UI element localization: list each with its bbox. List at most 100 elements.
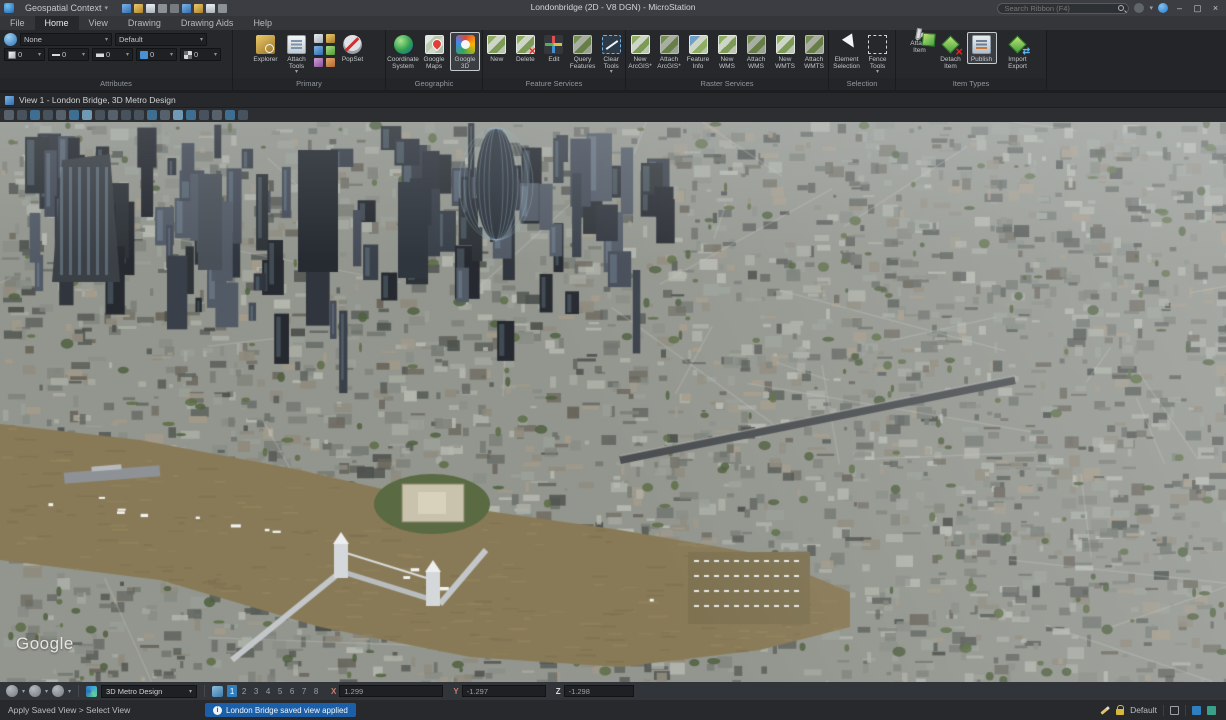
adjust-brightness-icon[interactable]: [30, 110, 40, 120]
window-area-icon[interactable]: [95, 110, 105, 120]
zoom-in-icon[interactable]: [69, 110, 79, 120]
view-previous-icon[interactable]: [173, 110, 183, 120]
references-icon[interactable]: [326, 46, 335, 55]
view-attributes-icon[interactable]: [4, 110, 14, 120]
new-arcgis-button[interactable]: New ArcGIS*: [626, 32, 654, 71]
tab-drawing-aids[interactable]: Drawing Aids: [171, 16, 244, 30]
x-coordinate-field[interactable]: 1.299: [339, 685, 443, 697]
quick-tool-2-button[interactable]: [29, 685, 41, 697]
point-clouds-icon[interactable]: [326, 58, 335, 67]
view-toggle-2[interactable]: 2: [239, 685, 249, 697]
delete-icon[interactable]: [206, 4, 215, 13]
models-icon[interactable]: [314, 34, 323, 43]
clip-volume-icon[interactable]: [212, 110, 222, 120]
search-input[interactable]: [1002, 3, 1115, 14]
more-tools-icon[interactable]: [218, 4, 227, 13]
level-display-icon[interactable]: [314, 46, 323, 55]
rotate-view-icon[interactable]: [121, 110, 131, 120]
view-toggle-1[interactable]: 1: [227, 685, 237, 697]
import-export-button[interactable]: Import Export: [998, 32, 1038, 71]
active-attributes-icon[interactable]: [4, 33, 17, 46]
query-features-button[interactable]: Query Features: [569, 32, 597, 71]
explorer-button[interactable]: Explorer: [251, 32, 281, 64]
tab-help[interactable]: Help: [243, 16, 282, 30]
edit-button[interactable]: Edit: [540, 32, 568, 64]
view-toggle-8[interactable]: 8: [311, 685, 321, 697]
undo-icon[interactable]: [158, 4, 167, 13]
selection-status-icon[interactable]: [1192, 706, 1201, 715]
display-style-icon[interactable]: [17, 110, 27, 120]
print-icon[interactable]: [182, 4, 191, 13]
zoom-out-icon[interactable]: [82, 110, 92, 120]
tab-drawing[interactable]: Drawing: [118, 16, 171, 30]
delete-button[interactable]: Delete: [512, 32, 540, 64]
pan-view-icon[interactable]: [134, 110, 144, 120]
fence-status-icon[interactable]: [1170, 706, 1179, 715]
pencil-icon[interactable]: [1100, 706, 1109, 714]
level-manager-icon[interactable]: [326, 34, 335, 43]
active-color-select[interactable]: 0▾: [4, 48, 45, 61]
feature-info-button[interactable]: Feature Info: [684, 32, 712, 71]
model-link-icon[interactable]: [56, 110, 66, 120]
y-coordinate-field[interactable]: -1.297: [462, 685, 546, 697]
coordinate-system-button[interactable]: Coordinate System: [388, 32, 418, 71]
active-class-select[interactable]: 0▾: [136, 48, 177, 61]
active-level-select[interactable]: None▾: [20, 33, 112, 46]
quick-tool-1-button[interactable]: [6, 685, 18, 697]
fit-view-icon[interactable]: [108, 110, 118, 120]
active-line-weight-select[interactable]: 0▾: [92, 48, 133, 61]
work-mode-icon[interactable]: [1207, 706, 1216, 715]
element-selection-button[interactable]: Element Selection: [832, 32, 862, 71]
close-button[interactable]: ×: [1209, 2, 1222, 14]
popset-button[interactable]: PopSet: [338, 32, 368, 64]
view-toggle-4[interactable]: 4: [263, 685, 273, 697]
view-next-icon[interactable]: [186, 110, 196, 120]
new-wmts-button[interactable]: New WMTS: [771, 32, 799, 71]
google-maps-button[interactable]: Google Maps: [419, 32, 449, 71]
view-1-viewport[interactable]: Google: [0, 122, 1226, 682]
fence-tools-button[interactable]: Fence Tools▾: [863, 32, 893, 76]
aerial-3d-map[interactable]: [0, 122, 1226, 682]
detach-item-button[interactable]: Detach Item: [936, 32, 966, 71]
lock-icon[interactable]: [1116, 709, 1124, 715]
view-toggle-6[interactable]: 6: [287, 685, 297, 697]
google-3d-button[interactable]: Google 3D: [450, 32, 480, 71]
new-file-icon[interactable]: [122, 4, 131, 13]
view-toggle-5[interactable]: 5: [275, 685, 285, 697]
tab-home[interactable]: Home: [35, 16, 79, 30]
minimize-button[interactable]: –: [1173, 2, 1186, 14]
saved-view-select[interactable]: 3D Metro Design ▾: [101, 685, 197, 698]
copy-view-icon[interactable]: [199, 110, 209, 120]
save-icon[interactable]: [134, 4, 143, 13]
element-info-icon[interactable]: [194, 4, 203, 13]
publish-button[interactable]: Publish: [967, 32, 997, 64]
view-toggle-3[interactable]: 3: [251, 685, 261, 697]
attach-arcgis-button[interactable]: Attach ArcGIS*: [655, 32, 683, 71]
attach-wmts-button[interactable]: Attach WMTS: [800, 32, 828, 71]
new-button[interactable]: New: [483, 32, 511, 64]
attach-tools-button[interactable]: Attach Tools▾: [282, 32, 312, 76]
clip-mask-icon[interactable]: [225, 110, 235, 120]
open-icon[interactable]: [146, 4, 155, 13]
navigate-icon[interactable]: [160, 110, 170, 120]
view-group-icon[interactable]: [212, 686, 223, 697]
walk-icon[interactable]: [147, 110, 157, 120]
quick-tool-3-button[interactable]: [52, 685, 64, 697]
user-avatar[interactable]: [1158, 3, 1168, 13]
active-line-style-select[interactable]: 0▾: [48, 48, 89, 61]
view-window-titlebar[interactable]: View 1 - London Bridge, 3D Metro Design: [0, 93, 1226, 108]
maximize-button[interactable]: ▢: [1191, 2, 1204, 14]
connection-status-icon[interactable]: [1134, 3, 1144, 13]
active-transparency-select[interactable]: 0▾: [180, 48, 221, 61]
tab-file[interactable]: File: [0, 16, 35, 30]
view-toggle-7[interactable]: 7: [299, 685, 309, 697]
ribbon-search[interactable]: [997, 3, 1129, 14]
clear-tools-button[interactable]: Clear Tools▾: [597, 32, 625, 76]
tab-view[interactable]: View: [79, 16, 118, 30]
z-coordinate-field[interactable]: -1.298: [564, 685, 634, 697]
attach-item-button[interactable]: Attach Item: [905, 32, 935, 55]
raster-manager-icon[interactable]: [314, 58, 323, 67]
redo-icon[interactable]: [170, 4, 179, 13]
active-symbology-select[interactable]: Default▾: [115, 33, 207, 46]
workflow-selector[interactable]: Geospatial Context ▾: [19, 0, 114, 16]
